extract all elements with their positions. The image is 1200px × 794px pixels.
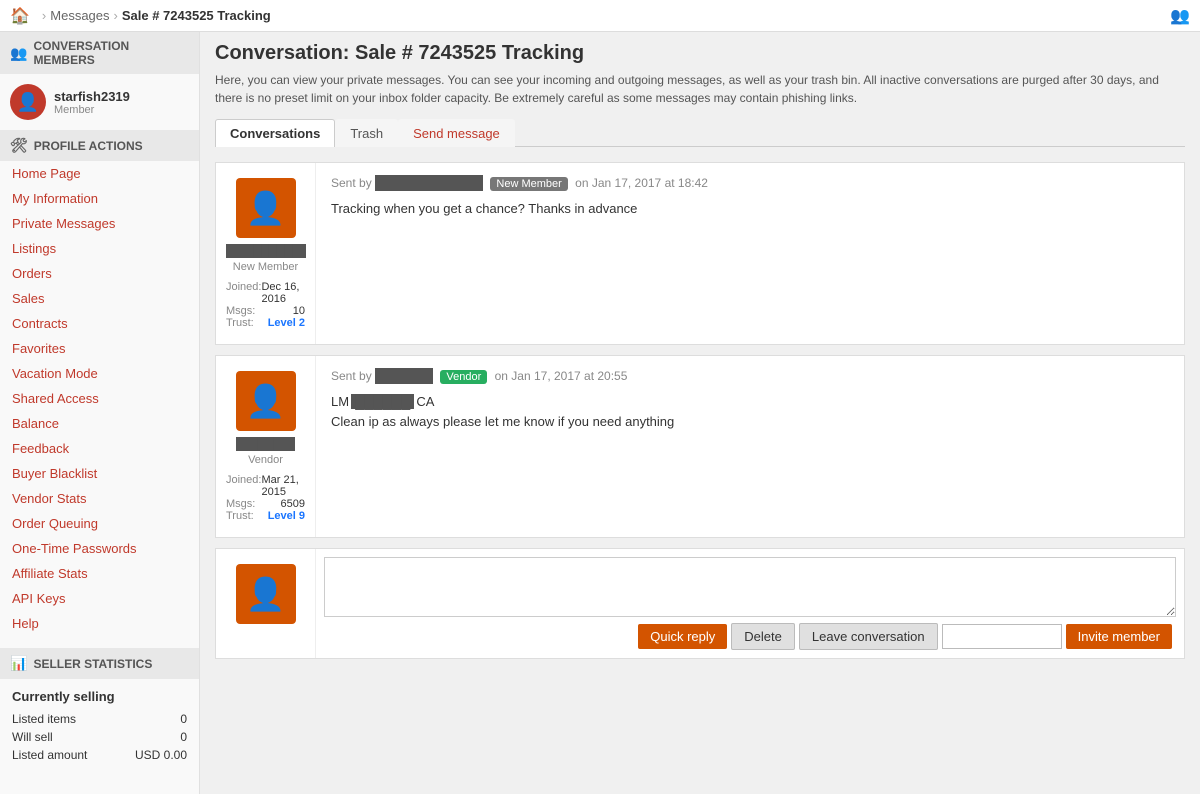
message-card-1: 👤 ████████ New Member Joined: Dec 16, 20… [215,162,1185,345]
sidebar-item-listings[interactable]: Listings [0,236,199,261]
redacted-2: ██████ [351,394,414,409]
stats-icon: 📊 [10,655,27,672]
reply-avatar-col: 👤 [216,549,316,658]
role-2: Vendor [248,454,283,466]
avatar-1: 👤 [236,178,296,238]
sidebar-item-my-information[interactable]: My Information [0,186,199,211]
quick-reply-button[interactable]: Quick reply [638,624,727,649]
tab-conversations[interactable]: Conversations [215,119,335,147]
sidebar-item-order-queuing[interactable]: Order Queuing [0,511,199,536]
badge-new-member-1: New Member [490,177,567,191]
avatar-person-icon-2: 👤 [246,382,286,420]
page-title: Conversation: Sale # 7243525 Tracking [215,42,1185,65]
leave-conversation-button[interactable]: Leave conversation [799,623,938,650]
layout: 👥 CONVERSATION MEMBERS 👤 starfish2319 Me… [0,32,1200,794]
delete-button[interactable]: Delete [731,623,795,650]
sender-name-redacted-1: ████████ [375,175,483,191]
network-icon[interactable]: 👥 [1170,8,1190,25]
message-body-col-2: Sent by ████ Vendor on Jan 17, 2017 at 2… [316,356,1184,537]
sender-name-redacted-2: ████ [375,368,433,384]
message-avatar-col-1: 👤 ████████ New Member Joined: Dec 16, 20… [216,163,316,344]
sidebar-item-vacation-mode[interactable]: Vacation Mode [0,361,199,386]
nav-right: 👥 [1170,6,1190,26]
avatar-2: 👤 [236,371,296,431]
avatar-stats-1: Joined: Dec 16, 2016 Msgs: 10 Trust: Lev… [226,281,305,329]
info-text: Here, you can view your private messages… [215,71,1185,107]
sidebar-item-contracts[interactable]: Contracts [0,311,199,336]
message-meta-2: Sent by ████ Vendor on Jan 17, 2017 at 2… [331,368,1169,384]
message-body-col-1: Sent by ████████ New Member on Jan 17, 2… [316,163,1184,344]
sidebar-item-balance[interactable]: Balance [0,411,199,436]
reply-textarea[interactable] [324,557,1176,617]
sidebar-item-help[interactable]: Help [0,611,199,636]
sidebar-avatar: 👤 [10,84,46,120]
sidebar-user-info: 👤 starfish2319 Member [0,74,199,130]
sidebar-role: Member [54,104,130,116]
profile-icon: 🛠 [10,137,28,154]
members-icon: 👥 [10,45,27,62]
tab-trash[interactable]: Trash [335,119,398,147]
conversation-members-header: 👥 CONVERSATION MEMBERS [0,32,199,74]
sidebar-username: starfish2319 [54,89,130,104]
sidebar-item-feedback[interactable]: Feedback [0,436,199,461]
sidebar-item-one-time-passwords[interactable]: One-Time Passwords [0,536,199,561]
sidebar-item-vendor-stats[interactable]: Vendor Stats [0,486,199,511]
message-card-2: 👤 ████ Vendor Joined: Mar 21, 2015 Msgs:… [215,355,1185,538]
stat-listed-items: Listed items 0 [12,710,187,728]
reply-card: 👤 Quick reply Delete Leave conversation … [215,548,1185,659]
username-bar-1: ████████ [226,244,306,258]
stat-will-sell: Will sell 0 [12,728,187,746]
message-text-1: Tracking when you get a chance? Thanks i… [331,199,1169,219]
avatar-icon: 👤 [17,92,39,113]
reply-body: Quick reply Delete Leave conversation In… [316,549,1184,658]
tab-send-message[interactable]: Send message [398,119,515,147]
reply-actions: Quick reply Delete Leave conversation In… [324,623,1176,650]
reply-avatar-icon: 👤 [246,575,286,613]
sidebar-item-shared-access[interactable]: Shared Access [0,386,199,411]
invite-member-button[interactable]: Invite member [1066,624,1172,649]
sidebar-item-affiliate-stats[interactable]: Affiliate Stats [0,561,199,586]
sidebar: 👥 CONVERSATION MEMBERS 👤 starfish2319 Me… [0,32,200,794]
sidebar-item-buyer-blacklist[interactable]: Buyer Blacklist [0,461,199,486]
invite-input[interactable] [942,624,1062,649]
breadcrumb-messages[interactable]: Messages [50,8,109,23]
badge-vendor-2: Vendor [440,370,487,384]
message-text-2: LM██████CA Clean ip as always please let… [331,392,1169,431]
reply-avatar: 👤 [236,564,296,624]
sidebar-item-home-page[interactable]: Home Page [0,161,199,186]
tabs: Conversations Trash Send message [215,119,1185,147]
profile-actions-header: 🛠 PROFILE ACTIONS [0,130,199,161]
top-nav: 🏠 › Messages › Sale # 7243525 Tracking 👥 [0,0,1200,32]
seller-stats: Currently selling Listed items 0 Will se… [0,679,199,774]
avatar-stats-2: Joined: Mar 21, 2015 Msgs: 6509 Trust: L… [226,474,305,522]
breadcrumb-current: Sale # 7243525 Tracking [122,8,271,23]
sidebar-item-sales[interactable]: Sales [0,286,199,311]
role-1: New Member [233,261,298,273]
sidebar-item-private-messages[interactable]: Private Messages [0,211,199,236]
sidebar-item-favorites[interactable]: Favorites [0,336,199,361]
seller-stats-header: 📊 SELLER STATISTICS [0,648,199,679]
avatar-person-icon-1: 👤 [246,189,286,227]
username-bar-2: ████ [236,437,295,451]
sidebar-item-orders[interactable]: Orders [0,261,199,286]
message-avatar-col-2: 👤 ████ Vendor Joined: Mar 21, 2015 Msgs:… [216,356,316,537]
main-content: Conversation: Sale # 7243525 Tracking He… [200,32,1200,794]
message-meta-1: Sent by ████████ New Member on Jan 17, 2… [331,175,1169,191]
home-icon[interactable]: 🏠 [10,6,30,26]
currently-selling-label: Currently selling [12,689,187,704]
stat-listed-amount: Listed amount USD 0.00 [12,746,187,764]
